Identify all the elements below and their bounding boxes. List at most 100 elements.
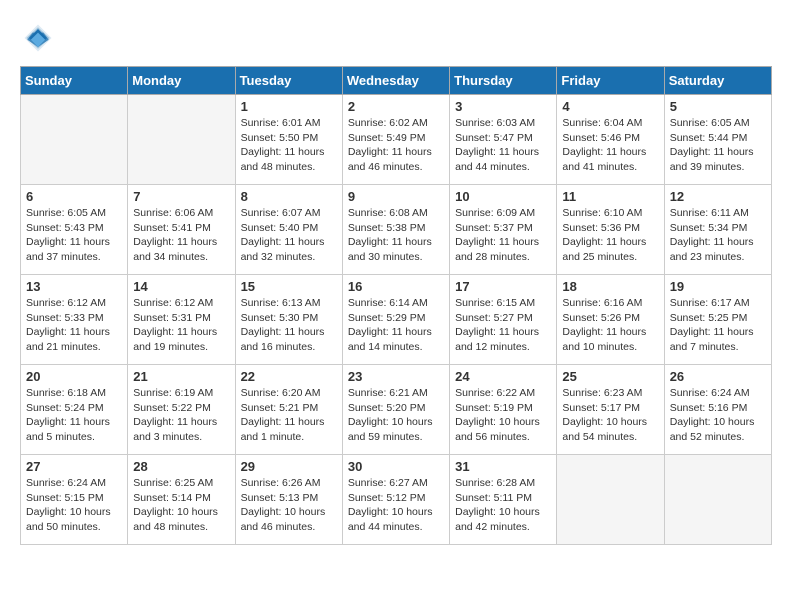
- calendar-week-4: 20 Sunrise: 6:18 AM Sunset: 5:24 PM Dayli…: [21, 365, 772, 455]
- day-info: Sunrise: 6:10 AM Sunset: 5:36 PM Dayligh…: [562, 206, 658, 265]
- day-info: Sunrise: 6:11 AM Sunset: 5:34 PM Dayligh…: [670, 206, 766, 265]
- day-number: 10: [455, 189, 551, 204]
- day-number: 16: [348, 279, 444, 294]
- day-info: Sunrise: 6:12 AM Sunset: 5:33 PM Dayligh…: [26, 296, 122, 355]
- calendar-cell: 22 Sunrise: 6:20 AM Sunset: 5:21 PM Dayli…: [235, 365, 342, 455]
- day-number: 7: [133, 189, 229, 204]
- day-info: Sunrise: 6:25 AM Sunset: 5:14 PM Dayligh…: [133, 476, 229, 535]
- calendar-cell: 2 Sunrise: 6:02 AM Sunset: 5:49 PM Daylig…: [342, 95, 449, 185]
- day-number: 22: [241, 369, 337, 384]
- calendar-table: SundayMondayTuesdayWednesdayThursdayFrid…: [20, 66, 772, 545]
- calendar-week-2: 6Sunrise: 6:05 AM Sunset: 5:43 PM Daylig…: [21, 185, 772, 275]
- weekday-header-row: SundayMondayTuesdayWednesdayThursdayFrid…: [21, 67, 772, 95]
- calendar-cell: 6Sunrise: 6:05 AM Sunset: 5:43 PM Daylig…: [21, 185, 128, 275]
- weekday-header-monday: Monday: [128, 67, 235, 95]
- calendar-cell: 31Sunrise: 6:28 AM Sunset: 5:11 PM Dayli…: [450, 455, 557, 545]
- day-info: Sunrise: 6:04 AM Sunset: 5:46 PM Dayligh…: [562, 116, 658, 175]
- day-number: 21: [133, 369, 229, 384]
- logo: [20, 20, 60, 56]
- calendar-cell: 18 Sunrise: 6:16 AM Sunset: 5:26 PM Dayli…: [557, 275, 664, 365]
- day-info: Sunrise: 6:19 AM Sunset: 5:22 PM Dayligh…: [133, 386, 229, 445]
- calendar-cell: 15 Sunrise: 6:13 AM Sunset: 5:30 PM Dayli…: [235, 275, 342, 365]
- weekday-header-friday: Friday: [557, 67, 664, 95]
- calendar-week-3: 13 Sunrise: 6:12 AM Sunset: 5:33 PM Dayli…: [21, 275, 772, 365]
- weekday-header-saturday: Saturday: [664, 67, 771, 95]
- calendar-cell: [21, 95, 128, 185]
- day-info: Sunrise: 6:24 AM Sunset: 5:16 PM Dayligh…: [670, 386, 766, 445]
- calendar-cell: 19 Sunrise: 6:17 AM Sunset: 5:25 PM Dayli…: [664, 275, 771, 365]
- day-number: 17: [455, 279, 551, 294]
- calendar-cell: 5Sunrise: 6:05 AM Sunset: 5:44 PM Daylig…: [664, 95, 771, 185]
- calendar-cell: 24 Sunrise: 6:22 AM Sunset: 5:19 PM Dayli…: [450, 365, 557, 455]
- day-number: 4: [562, 99, 658, 114]
- day-info: Sunrise: 6:03 AM Sunset: 5:47 PM Dayligh…: [455, 116, 551, 175]
- day-number: 26: [670, 369, 766, 384]
- calendar-cell: 27Sunrise: 6:24 AM Sunset: 5:15 PM Dayli…: [21, 455, 128, 545]
- calendar-cell: 30Sunrise: 6:27 AM Sunset: 5:12 PM Dayli…: [342, 455, 449, 545]
- day-number: 2: [348, 99, 444, 114]
- day-info: Sunrise: 6:17 AM Sunset: 5:25 PM Dayligh…: [670, 296, 766, 355]
- day-info: Sunrise: 6:01 AM Sunset: 5:50 PM Dayligh…: [241, 116, 337, 175]
- calendar-cell: [664, 455, 771, 545]
- calendar-cell: 9Sunrise: 6:08 AM Sunset: 5:38 PM Daylig…: [342, 185, 449, 275]
- calendar-cell: 11 Sunrise: 6:10 AM Sunset: 5:36 PM Dayli…: [557, 185, 664, 275]
- weekday-header-sunday: Sunday: [21, 67, 128, 95]
- calendar-cell: 1 Sunrise: 6:01 AM Sunset: 5:50 PM Daylig…: [235, 95, 342, 185]
- day-info: Sunrise: 6:20 AM Sunset: 5:21 PM Dayligh…: [241, 386, 337, 445]
- day-info: Sunrise: 6:02 AM Sunset: 5:49 PM Dayligh…: [348, 116, 444, 175]
- day-number: 14: [133, 279, 229, 294]
- calendar-cell: 16 Sunrise: 6:14 AM Sunset: 5:29 PM Dayli…: [342, 275, 449, 365]
- day-number: 20: [26, 369, 122, 384]
- day-number: 1: [241, 99, 337, 114]
- calendar-cell: 12 Sunrise: 6:11 AM Sunset: 5:34 PM Dayli…: [664, 185, 771, 275]
- day-info: Sunrise: 6:22 AM Sunset: 5:19 PM Dayligh…: [455, 386, 551, 445]
- calendar-cell: [557, 455, 664, 545]
- day-info: Sunrise: 6:24 AM Sunset: 5:15 PM Dayligh…: [26, 476, 122, 535]
- day-number: 15: [241, 279, 337, 294]
- day-info: Sunrise: 6:16 AM Sunset: 5:26 PM Dayligh…: [562, 296, 658, 355]
- day-info: Sunrise: 6:09 AM Sunset: 5:37 PM Dayligh…: [455, 206, 551, 265]
- day-info: Sunrise: 6:07 AM Sunset: 5:40 PM Dayligh…: [241, 206, 337, 265]
- day-number: 5: [670, 99, 766, 114]
- calendar-cell: 10 Sunrise: 6:09 AM Sunset: 5:37 PM Dayli…: [450, 185, 557, 275]
- day-number: 19: [670, 279, 766, 294]
- calendar-cell: 20 Sunrise: 6:18 AM Sunset: 5:24 PM Dayli…: [21, 365, 128, 455]
- calendar-cell: 8 Sunrise: 6:07 AM Sunset: 5:40 PM Daylig…: [235, 185, 342, 275]
- logo-icon: [20, 20, 56, 56]
- day-number: 23: [348, 369, 444, 384]
- day-number: 18: [562, 279, 658, 294]
- day-info: Sunrise: 6:28 AM Sunset: 5:11 PM Dayligh…: [455, 476, 551, 535]
- day-number: 12: [670, 189, 766, 204]
- calendar-cell: 4 Sunrise: 6:04 AM Sunset: 5:46 PM Daylig…: [557, 95, 664, 185]
- day-number: 3: [455, 99, 551, 114]
- day-info: Sunrise: 6:26 AM Sunset: 5:13 PM Dayligh…: [241, 476, 337, 535]
- calendar-cell: 17 Sunrise: 6:15 AM Sunset: 5:27 PM Dayli…: [450, 275, 557, 365]
- calendar-cell: 23 Sunrise: 6:21 AM Sunset: 5:20 PM Dayli…: [342, 365, 449, 455]
- day-number: 30: [348, 459, 444, 474]
- calendar-cell: 21 Sunrise: 6:19 AM Sunset: 5:22 PM Dayli…: [128, 365, 235, 455]
- calendar-cell: 13 Sunrise: 6:12 AM Sunset: 5:33 PM Dayli…: [21, 275, 128, 365]
- weekday-header-tuesday: Tuesday: [235, 67, 342, 95]
- calendar-cell: 25Sunrise: 6:23 AM Sunset: 5:17 PM Dayli…: [557, 365, 664, 455]
- day-info: Sunrise: 6:13 AM Sunset: 5:30 PM Dayligh…: [241, 296, 337, 355]
- calendar-cell: 29 Sunrise: 6:26 AM Sunset: 5:13 PM Dayli…: [235, 455, 342, 545]
- day-number: 24: [455, 369, 551, 384]
- page-header: [20, 20, 772, 56]
- calendar-cell: 26 Sunrise: 6:24 AM Sunset: 5:16 PM Dayli…: [664, 365, 771, 455]
- day-info: Sunrise: 6:15 AM Sunset: 5:27 PM Dayligh…: [455, 296, 551, 355]
- day-number: 11: [562, 189, 658, 204]
- day-info: Sunrise: 6:08 AM Sunset: 5:38 PM Dayligh…: [348, 206, 444, 265]
- day-info: Sunrise: 6:21 AM Sunset: 5:20 PM Dayligh…: [348, 386, 444, 445]
- day-number: 28: [133, 459, 229, 474]
- day-info: Sunrise: 6:14 AM Sunset: 5:29 PM Dayligh…: [348, 296, 444, 355]
- calendar-cell: 28 Sunrise: 6:25 AM Sunset: 5:14 PM Dayli…: [128, 455, 235, 545]
- day-number: 13: [26, 279, 122, 294]
- day-number: 25: [562, 369, 658, 384]
- calendar-week-1: 1 Sunrise: 6:01 AM Sunset: 5:50 PM Daylig…: [21, 95, 772, 185]
- day-info: Sunrise: 6:12 AM Sunset: 5:31 PM Dayligh…: [133, 296, 229, 355]
- day-number: 8: [241, 189, 337, 204]
- day-info: Sunrise: 6:18 AM Sunset: 5:24 PM Dayligh…: [26, 386, 122, 445]
- day-number: 29: [241, 459, 337, 474]
- weekday-header-wednesday: Wednesday: [342, 67, 449, 95]
- day-info: Sunrise: 6:05 AM Sunset: 5:43 PM Dayligh…: [26, 206, 122, 265]
